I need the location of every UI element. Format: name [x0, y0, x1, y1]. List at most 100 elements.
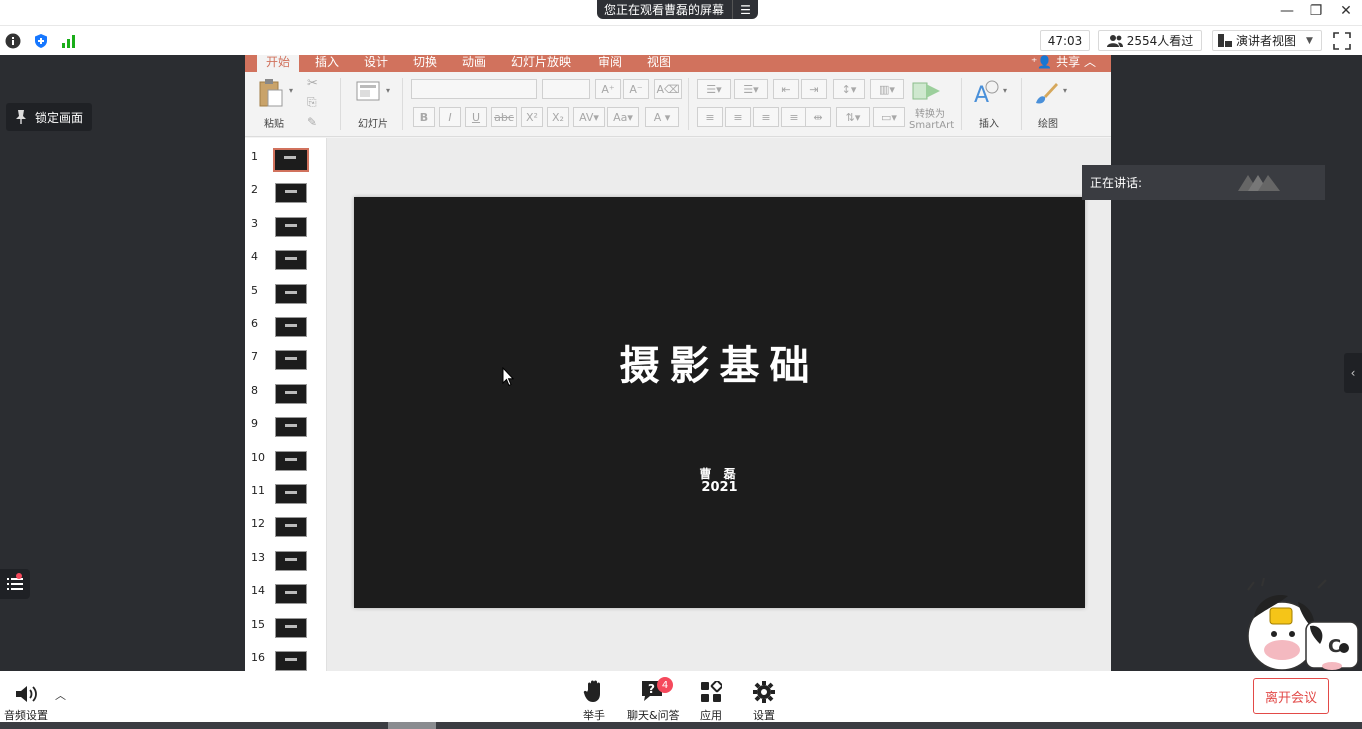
slide-thumbnail[interactable]: 16 [245, 647, 327, 671]
security-shield-icon[interactable] [33, 33, 49, 49]
slide-thumbnail-image[interactable] [275, 584, 307, 604]
chat-qa-button[interactable]: ? 聊天&问答 4 [627, 677, 680, 723]
paste-dropdown-icon[interactable]: ▾ [289, 86, 293, 95]
slide-thumbnail[interactable]: 7 [245, 346, 327, 379]
current-slide[interactable]: 摄影基础 曹 磊 2021 [354, 197, 1085, 608]
align-center-icon[interactable]: ≡ [725, 107, 751, 127]
slide-thumbnail-image[interactable] [275, 250, 307, 270]
tab-insert[interactable]: 插入 [315, 55, 339, 72]
tab-review[interactable]: 审阅 [598, 55, 622, 72]
increase-font-icon[interactable]: A⁺ [595, 79, 621, 99]
change-case-icon[interactable]: Aa▾ [607, 107, 639, 127]
settings-button[interactable]: 设置 [753, 677, 775, 723]
slide-thumbnail-image[interactable] [275, 451, 307, 471]
viewer-count[interactable]: 2554人看过 [1098, 30, 1202, 51]
fullscreen-icon[interactable] [1333, 32, 1351, 50]
underline-icon[interactable]: U [465, 107, 487, 127]
tab-transitions[interactable]: 切换 [413, 55, 437, 72]
superscript-icon[interactable]: X² [521, 107, 543, 127]
align-text-icon[interactable]: ▭▾ [873, 107, 905, 127]
slide-thumbnail[interactable]: 14 [245, 580, 327, 613]
font-color-icon[interactable]: A ▾ [645, 107, 679, 127]
tab-home[interactable]: 开始 [257, 55, 300, 72]
slide-thumbnail[interactable]: 15 [245, 614, 327, 647]
text-direction-icon[interactable]: ⇅▾ [836, 107, 870, 127]
smartart-icon[interactable] [912, 80, 942, 102]
slide-thumbnail-image[interactable] [275, 317, 307, 337]
slide-thumbnail[interactable]: 4 [245, 246, 327, 279]
slide-thumbnail-image[interactable] [275, 618, 307, 638]
tab-design[interactable]: 设计 [364, 55, 388, 72]
slide-thumbnail-image[interactable] [273, 148, 309, 172]
view-mode-dropdown[interactable]: 演讲者视图 ▼ [1212, 30, 1322, 51]
italic-icon[interactable]: I [439, 107, 461, 127]
horizontal-scrollbar[interactable] [0, 722, 1362, 729]
slide-thumbnail[interactable]: 9 [245, 413, 327, 446]
slide-thumbnail[interactable]: 13 [245, 547, 327, 580]
strikethrough-icon[interactable]: abc [491, 107, 517, 127]
tab-animations[interactable]: 动画 [462, 55, 486, 72]
slide-thumbnail[interactable]: 2 [245, 179, 327, 212]
paste-icon[interactable] [258, 78, 284, 108]
justify-icon[interactable]: ≡ [781, 107, 807, 127]
copy-icon[interactable]: ⎘ [307, 95, 317, 110]
distributed-icon[interactable]: ⇹ [805, 107, 831, 127]
slide-thumbnail-image[interactable] [275, 384, 307, 404]
slide-thumbnail-image[interactable] [275, 551, 307, 571]
apps-button[interactable]: 应用 [700, 677, 722, 723]
cut-icon[interactable]: ✂ [307, 76, 318, 91]
slide-dropdown-icon[interactable]: ▾ [386, 86, 390, 95]
character-spacing-icon[interactable]: AV▾ [573, 107, 605, 127]
slide-thumbnail[interactable]: 5 [245, 280, 327, 313]
slide-thumbnail-image[interactable] [275, 651, 307, 671]
audio-settings-button[interactable]: 音频设置 [4, 677, 48, 723]
leave-meeting-button[interactable]: 离开会议 [1253, 678, 1329, 714]
columns-icon[interactable]: ▥▾ [870, 79, 904, 99]
info-icon[interactable] [5, 33, 21, 49]
line-spacing-icon[interactable]: ↕▾ [833, 79, 865, 99]
slide-thumbnail[interactable]: 1 [245, 146, 327, 179]
network-signal-icon[interactable] [61, 33, 77, 49]
share-menu-icon[interactable]: ☰ [732, 0, 758, 19]
align-right-icon[interactable]: ≡ [753, 107, 779, 127]
slide-thumbnail[interactable]: 12 [245, 513, 327, 546]
slide-thumbnail-image[interactable] [275, 183, 307, 203]
scrollbar-thumb[interactable] [388, 722, 436, 729]
font-size-select[interactable] [542, 79, 590, 99]
bold-icon[interactable]: B [413, 107, 435, 127]
insert-shapes-icon[interactable]: A [972, 79, 1004, 107]
minimize-button[interactable]: — [1274, 2, 1300, 20]
participant-list-button[interactable] [0, 569, 30, 599]
close-button[interactable]: ✕ [1333, 2, 1359, 20]
slide-thumbnail-image[interactable] [275, 484, 307, 504]
insert-dropdown-icon[interactable]: ▾ [1003, 86, 1007, 95]
slide-thumbnail-image[interactable] [275, 417, 307, 437]
chevron-up-icon[interactable]: ︿ [55, 687, 66, 703]
subscript-icon[interactable]: X₂ [547, 107, 569, 127]
format-painter-icon[interactable]: ✎ [307, 115, 317, 129]
raise-hand-button[interactable]: 举手 [583, 677, 605, 723]
numbering-icon[interactable]: ☰▾ [734, 79, 768, 99]
decrease-font-icon[interactable]: A⁻ [623, 79, 649, 99]
draw-brush-icon[interactable] [1032, 79, 1060, 107]
tab-slideshow[interactable]: 幻灯片放映 [511, 55, 571, 72]
slide-thumbnail-image[interactable] [275, 350, 307, 370]
restore-button[interactable]: ❐ [1303, 2, 1329, 20]
lock-view-button[interactable]: 锁定画面 [6, 103, 92, 131]
draw-dropdown-icon[interactable]: ▾ [1063, 86, 1067, 95]
slide-thumbnail[interactable]: 11 [245, 480, 327, 513]
tab-view[interactable]: 视图 [647, 55, 671, 72]
font-family-select[interactable] [411, 79, 537, 99]
slide-thumbnail[interactable]: 6 [245, 313, 327, 346]
slide-thumbnail-image[interactable] [275, 217, 307, 237]
bullets-icon[interactable]: ☰▾ [697, 79, 731, 99]
slide-thumbnail-image[interactable] [275, 284, 307, 304]
share-button[interactable]: ⁺👤 共享 ︿ [1031, 55, 1096, 69]
clear-format-icon[interactable]: A⌫ [654, 79, 682, 99]
side-panel-toggle[interactable]: ‹ [1344, 353, 1362, 393]
decrease-indent-icon[interactable]: ⇤ [773, 79, 799, 99]
new-slide-icon[interactable] [356, 81, 382, 103]
increase-indent-icon[interactable]: ⇥ [801, 79, 827, 99]
slide-thumbnail-image[interactable] [275, 517, 307, 537]
slide-thumbnail[interactable]: 8 [245, 380, 327, 413]
